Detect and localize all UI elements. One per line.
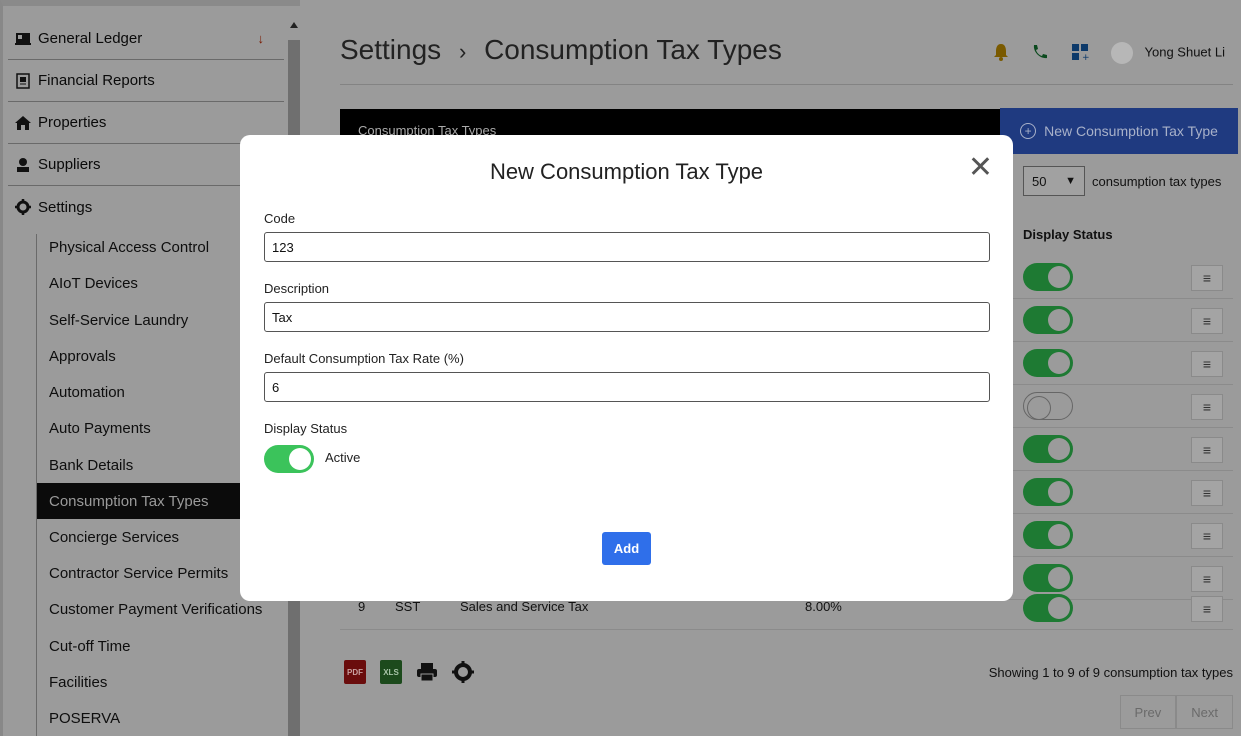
phone-icon[interactable] [1031, 43, 1049, 64]
svg-text:+: + [1082, 53, 1089, 61]
breadcrumb-current: Consumption Tax Types [484, 34, 782, 65]
close-icon[interactable]: ✕ [968, 153, 993, 183]
plus-circle-icon: + [1020, 123, 1037, 139]
status-toggle[interactable] [1023, 349, 1073, 377]
add-button[interactable]: Add [602, 532, 651, 565]
hamburger-icon: ≡ [1202, 601, 1212, 617]
avatar [1111, 42, 1134, 64]
sidebar-item-label: General Ledger [38, 30, 143, 47]
new-consumption-tax-type-button[interactable]: + New Consumption Tax Type [1000, 108, 1238, 154]
user-name: Yong Shuet Li [1144, 44, 1225, 60]
row-menu-button[interactable]: ≡ [1191, 351, 1223, 377]
export-toolbar: PDF XLS [344, 660, 474, 684]
hamburger-icon: ≡ [1202, 313, 1212, 329]
sidebar-item-cut-off-time[interactable]: Cut-off Time [37, 628, 283, 664]
row-menu-button[interactable]: ≡ [1191, 523, 1223, 549]
page-size-value: 50 [1032, 173, 1047, 189]
sidebar-item-label: Settings [38, 198, 93, 216]
display-status-value: Active [325, 450, 361, 465]
hamburger-icon: ≡ [1202, 528, 1212, 544]
hamburger-icon: ≡ [1202, 399, 1212, 415]
column-header-display-status: Display Status [1023, 227, 1113, 242]
new-consumption-tax-type-dialog: New Consumption Tax Type ✕ Code Descript… [240, 135, 1013, 601]
sidebar-item-label: Suppliers [38, 156, 101, 173]
sidebar-item-general-ledger[interactable]: General Ledger ↓ [8, 18, 284, 60]
status-toggle[interactable] [1023, 263, 1073, 291]
sidebar-item-facilities[interactable]: Facilities [37, 664, 283, 700]
expand-indicator: ↓ [257, 31, 265, 46]
header-divider [340, 84, 1233, 85]
breadcrumb-root[interactable]: Settings [340, 34, 441, 65]
display-status-toggle[interactable] [264, 445, 314, 473]
status-toggle[interactable] [1023, 392, 1073, 420]
sidebar-item-label: Properties [38, 114, 107, 131]
report-icon [14, 72, 32, 90]
hamburger-icon: ≡ [1202, 485, 1212, 501]
sidebar-item-financial-reports[interactable]: Financial Reports [8, 60, 284, 102]
ledger-icon [14, 30, 32, 48]
user-menu[interactable]: Yong Shuet Li [1111, 42, 1225, 64]
status-toggle[interactable] [1023, 478, 1073, 506]
supplier-icon [14, 156, 32, 174]
sidebar-item-label: Financial Reports [38, 72, 155, 89]
xls-icon[interactable]: XLS [380, 660, 402, 684]
status-toggle[interactable] [1023, 306, 1073, 334]
settings-icon[interactable] [452, 660, 474, 684]
next-button[interactable]: Next [1176, 695, 1233, 729]
display-status-label: Display Status [264, 421, 348, 436]
hamburger-icon: ≡ [1202, 442, 1212, 458]
row-menu-button[interactable]: ≡ [1191, 596, 1223, 622]
description-label: Description [264, 281, 330, 296]
code-field[interactable] [264, 232, 990, 262]
row-description: Sales and Service Tax [460, 599, 589, 614]
pagination-summary: Showing 1 to 9 of 9 consumption tax type… [988, 665, 1233, 680]
status-toggle[interactable] [1023, 594, 1073, 622]
bell-icon[interactable] [993, 43, 1009, 64]
chevron-down-icon: ▼ [1065, 175, 1076, 187]
row-menu-button[interactable]: ≡ [1191, 480, 1223, 506]
status-toggle[interactable] [1023, 435, 1073, 463]
row-menu-button[interactable]: ≡ [1191, 394, 1223, 420]
sidebar-item-poserva[interactable]: POSERVA [37, 700, 283, 736]
row-number: 9 [358, 599, 366, 614]
scroll-up-icon[interactable] [290, 22, 298, 28]
hamburger-icon: ≡ [1202, 356, 1212, 372]
page-title: Settings › Consumption Tax Types [340, 34, 782, 66]
rate-label: Default Consumption Tax Rate (%) [264, 351, 464, 366]
apps-grid-icon[interactable]: + [1071, 43, 1090, 64]
row-menu-button[interactable]: ≡ [1191, 437, 1223, 463]
row-rate: 8.00% [805, 599, 842, 614]
hamburger-icon: ≡ [1202, 571, 1212, 587]
breadcrumb-separator: › [458, 39, 467, 64]
row-code: SST [395, 599, 421, 614]
tax-rate-field[interactable] [264, 372, 990, 402]
header-actions: + Yong Shuet Li [993, 42, 1225, 64]
print-icon[interactable] [416, 660, 438, 684]
home-icon [14, 114, 32, 132]
prev-button[interactable]: Prev [1119, 695, 1177, 729]
description-field[interactable] [264, 302, 990, 332]
page-size-label: consumption tax types [1092, 174, 1222, 189]
pagination: Prev Next [1119, 695, 1233, 729]
hamburger-icon: ≡ [1202, 270, 1212, 286]
pdf-icon[interactable]: PDF [344, 660, 366, 684]
dialog-title: New Consumption Tax Type [489, 159, 764, 184]
status-toggle[interactable] [1023, 521, 1073, 549]
page-size-select[interactable]: 50 ▼ [1023, 166, 1085, 196]
button-label: New Consumption Tax Type [1044, 123, 1218, 139]
row-menu-button[interactable]: ≡ [1191, 265, 1223, 291]
row-menu-button[interactable]: ≡ [1191, 308, 1223, 334]
code-label: Code [264, 211, 296, 226]
gear-icon [14, 198, 32, 216]
